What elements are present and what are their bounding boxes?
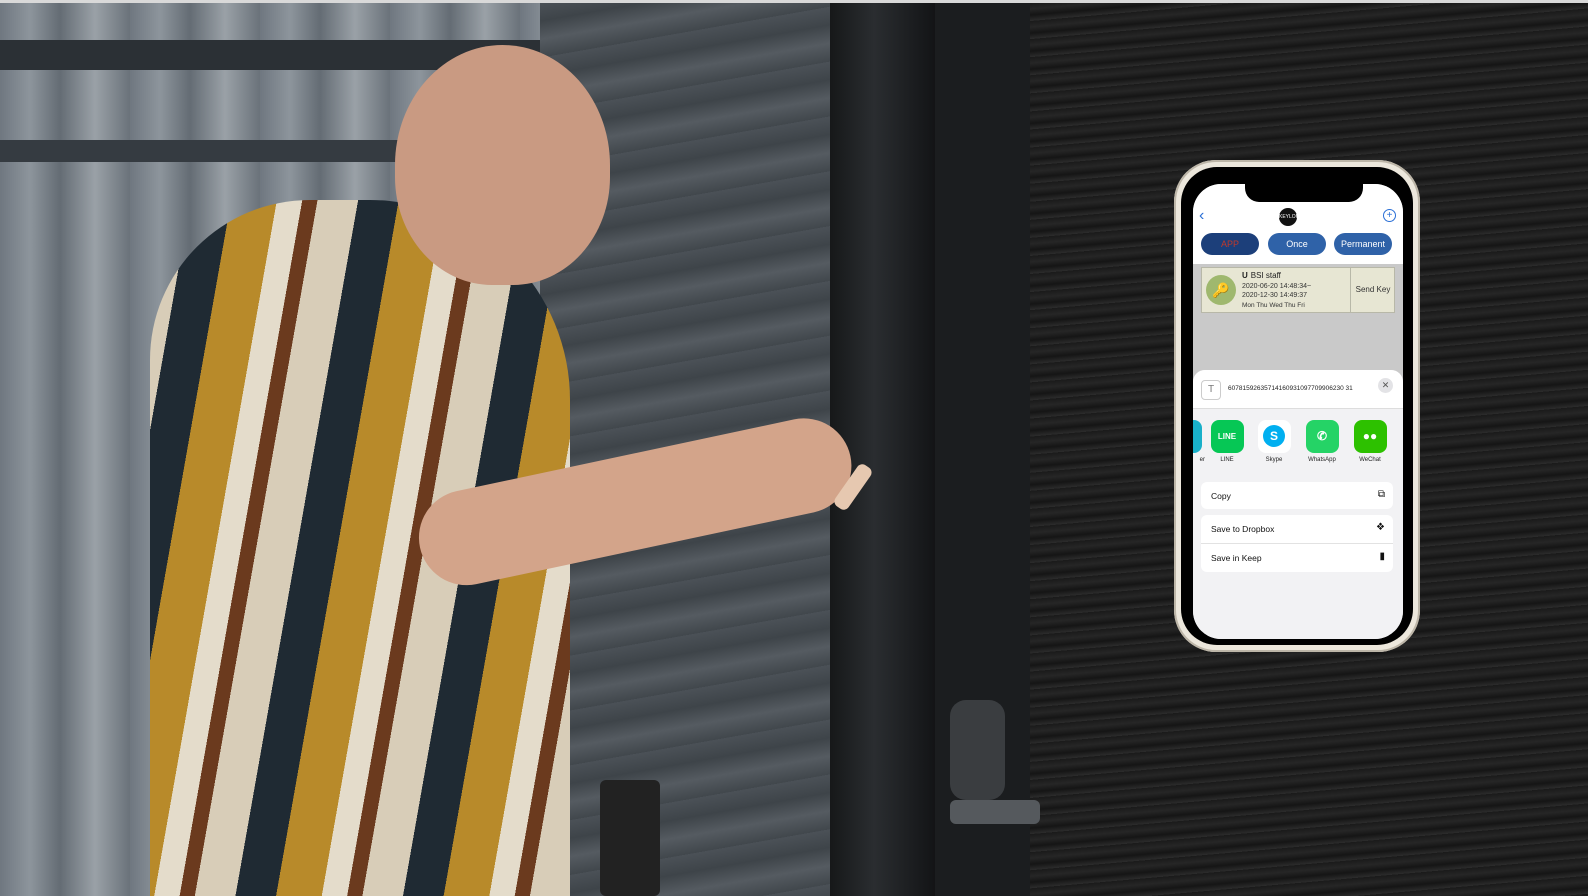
share-app-label: Skype: [1265, 457, 1283, 463]
user-badge: U: [1242, 271, 1248, 280]
key-days: Mon Thu Wed Thu Fri: [1242, 302, 1305, 309]
smart-lock: [950, 700, 1005, 800]
save-in-keep-action[interactable]: Save in Keep ▮: [1201, 544, 1393, 572]
phone-notch: [1245, 183, 1363, 202]
copy-action[interactable]: Copy ⧉: [1201, 482, 1393, 509]
share-code: 60781592635714160931097709906230 31: [1228, 385, 1353, 392]
back-icon[interactable]: ‹: [1199, 208, 1204, 224]
key-type-tabs: APP Once Permanent: [1193, 230, 1403, 264]
share-app-label: LINE: [1220, 457, 1234, 463]
action-label: Copy: [1211, 491, 1231, 501]
person-head: [395, 45, 610, 285]
key-title: U BSI staff: [1242, 271, 1281, 280]
key-icon: 🔑: [1206, 275, 1236, 305]
key-validity: 2020-06-20 14:48:34~ 2020-12-30 14:49:37: [1242, 282, 1311, 300]
copy-icon: ⧉: [1377, 489, 1385, 500]
share-app-label: WhatsApp: [1308, 457, 1336, 463]
share-sheet-header: T 60781592635714160931097709906230 31 ✕: [1193, 370, 1403, 409]
share-app-messenger[interactable]: er: [1193, 420, 1205, 463]
skype-icon: S: [1257, 420, 1291, 453]
share-app-label: WeChat: [1359, 457, 1381, 463]
action-label: Save to Dropbox: [1211, 524, 1275, 534]
share-app-line[interactable]: LINE LINE: [1207, 420, 1247, 463]
key-start-time: 2020-06-20 14:48:34~: [1242, 283, 1312, 290]
add-icon[interactable]: +: [1383, 209, 1396, 222]
bookmark-icon: ▮: [1379, 551, 1385, 562]
tab-permanent[interactable]: Permanent: [1334, 233, 1392, 255]
phone-screen: ‹ KEYLOK + APP Once Permanent 🔑 U BSI sta…: [1193, 184, 1403, 639]
share-app-label: er: [1199, 457, 1205, 463]
dropbox-icon: ❖: [1376, 522, 1385, 533]
key-list-item[interactable]: 🔑 U BSI staff 2020-06-20 14:48:34~ 2020-12…: [1201, 267, 1395, 313]
share-app-whatsapp[interactable]: ✆ WhatsApp: [1302, 420, 1342, 463]
messenger-icon: [1193, 420, 1202, 453]
line-icon: LINE: [1210, 420, 1244, 453]
door-handle: [950, 800, 1040, 824]
share-actions: Copy ⧉ Save to Dropbox ❖ Save in Keep ▮: [1201, 482, 1393, 572]
tab-app[interactable]: APP: [1201, 233, 1259, 255]
share-sheet: T 60781592635714160931097709906230 31 ✕ …: [1193, 370, 1403, 639]
text-icon: T: [1201, 380, 1221, 400]
share-app-wechat[interactable]: ●● WeChat: [1350, 420, 1390, 463]
shelf-lower: [0, 140, 420, 162]
key-name: BSI staff: [1250, 271, 1281, 280]
phone-mockup: ‹ KEYLOK + APP Once Permanent 🔑 U BSI sta…: [1174, 160, 1420, 652]
key-end-time: 2020-12-30 14:49:37: [1242, 292, 1307, 299]
close-icon[interactable]: ✕: [1378, 378, 1393, 393]
share-apps-row: er LINE LINE S Skype ✆ WhatsApp ●● WeCha…: [1193, 420, 1403, 472]
wechat-icon: ●●: [1353, 420, 1387, 453]
action-label: Save in Keep: [1211, 553, 1262, 563]
send-key-button[interactable]: Send Key: [1350, 268, 1395, 312]
share-app-skype[interactable]: S Skype: [1254, 420, 1294, 463]
save-to-dropbox-action[interactable]: Save to Dropbox ❖: [1201, 515, 1393, 544]
app-logo: KEYLOK: [1279, 208, 1299, 226]
whatsapp-icon: ✆: [1305, 420, 1339, 453]
suitcase: [600, 780, 660, 896]
tab-once[interactable]: Once: [1268, 233, 1326, 255]
